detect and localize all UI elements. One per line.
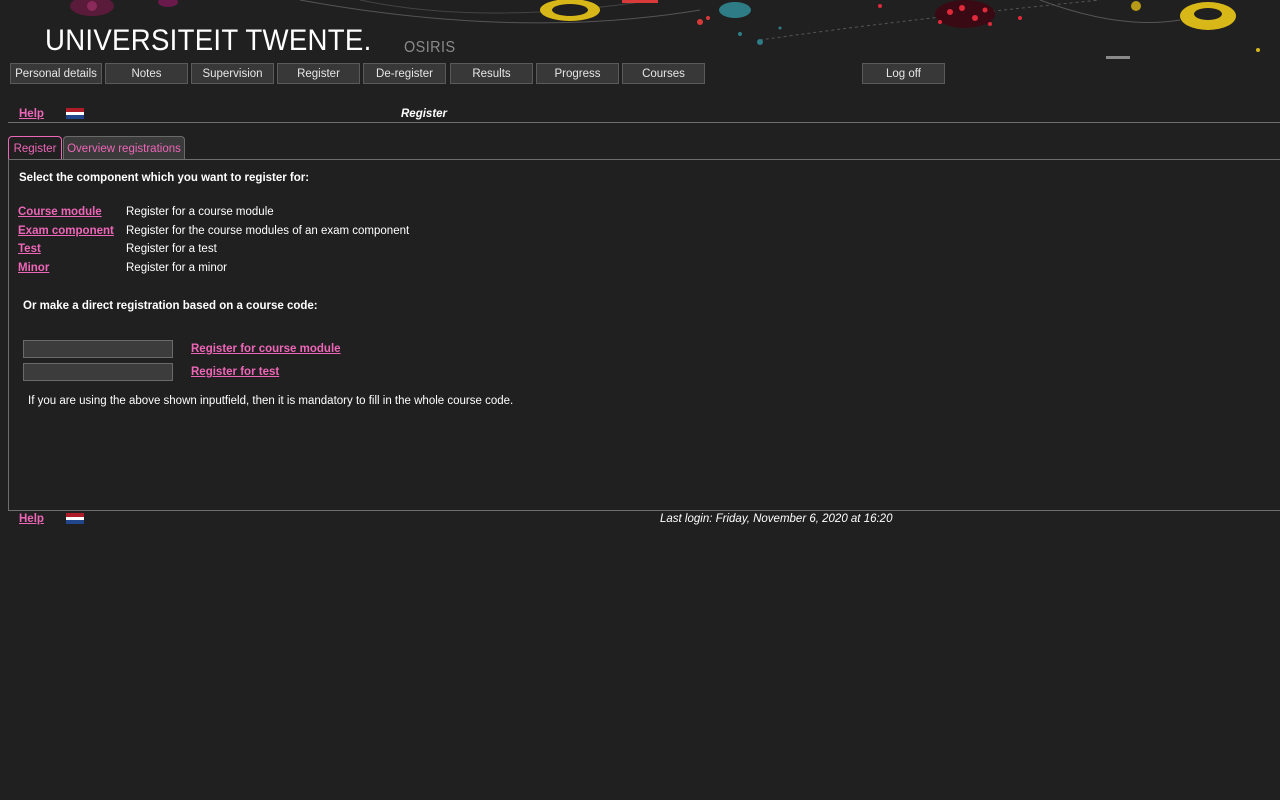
test-link[interactable]: Test bbox=[18, 243, 41, 255]
help-link[interactable]: Help bbox=[19, 108, 44, 120]
option-row: Minor Register for a minor bbox=[18, 262, 618, 280]
menu-supervision[interactable]: Supervision bbox=[191, 63, 274, 84]
menu-de-register[interactable]: De-register bbox=[363, 63, 446, 84]
menu-courses[interactable]: Courses bbox=[622, 63, 705, 84]
menu-progress[interactable]: Progress bbox=[536, 63, 619, 84]
menu-results[interactable]: Results bbox=[450, 63, 533, 84]
option-description: Register for the course modules of an ex… bbox=[126, 225, 410, 237]
menu-notes[interactable]: Notes bbox=[105, 63, 188, 84]
page-title: Register bbox=[401, 108, 448, 120]
logoff-button[interactable]: Log off bbox=[862, 63, 945, 84]
last-login-text: Last login: Friday, November 6, 2020 at … bbox=[660, 513, 893, 525]
tab-overview-registrations[interactable]: Overview registrations bbox=[63, 136, 185, 160]
exam-component-link[interactable]: Exam component bbox=[18, 225, 114, 237]
option-row: Test Register for a test bbox=[18, 243, 618, 261]
course-code-note: If you are using the above shown inputfi… bbox=[28, 395, 514, 407]
footer-help-link[interactable]: Help bbox=[19, 513, 44, 525]
dutch-flag-icon[interactable] bbox=[66, 513, 84, 524]
select-prompt: Select the component which you want to r… bbox=[19, 172, 310, 184]
minor-link[interactable]: Minor bbox=[18, 262, 49, 274]
app-name: OSIRIS bbox=[404, 39, 456, 56]
course-module-code-input[interactable] bbox=[23, 340, 173, 358]
option-row: Exam component Register for the course m… bbox=[18, 225, 618, 243]
main-menu: Personal details Notes Supervision Regis… bbox=[0, 63, 1280, 86]
course-module-link[interactable]: Course module bbox=[18, 206, 102, 218]
university-logo: UNIVERSITEIT TWENTE. bbox=[45, 24, 372, 57]
header-banner: UNIVERSITEIT TWENTE. OSIRIS bbox=[0, 0, 1280, 62]
menu-register[interactable]: Register bbox=[277, 63, 360, 84]
option-description: Register for a test bbox=[126, 243, 217, 255]
option-row: Course module Register for a course modu… bbox=[18, 206, 618, 224]
option-description: Register for a minor bbox=[126, 262, 227, 274]
dutch-flag-icon[interactable] bbox=[66, 108, 84, 119]
menu-personal-details[interactable]: Personal details bbox=[10, 63, 102, 84]
direct-registration-prompt: Or make a direct registration based on a… bbox=[23, 300, 318, 312]
register-test-link[interactable]: Register for test bbox=[191, 366, 279, 378]
register-course-module-link[interactable]: Register for course module bbox=[191, 343, 341, 355]
tab-register[interactable]: Register bbox=[8, 136, 62, 160]
test-code-input[interactable] bbox=[23, 363, 173, 381]
divider bbox=[8, 122, 1280, 123]
option-description: Register for a course module bbox=[126, 206, 274, 218]
